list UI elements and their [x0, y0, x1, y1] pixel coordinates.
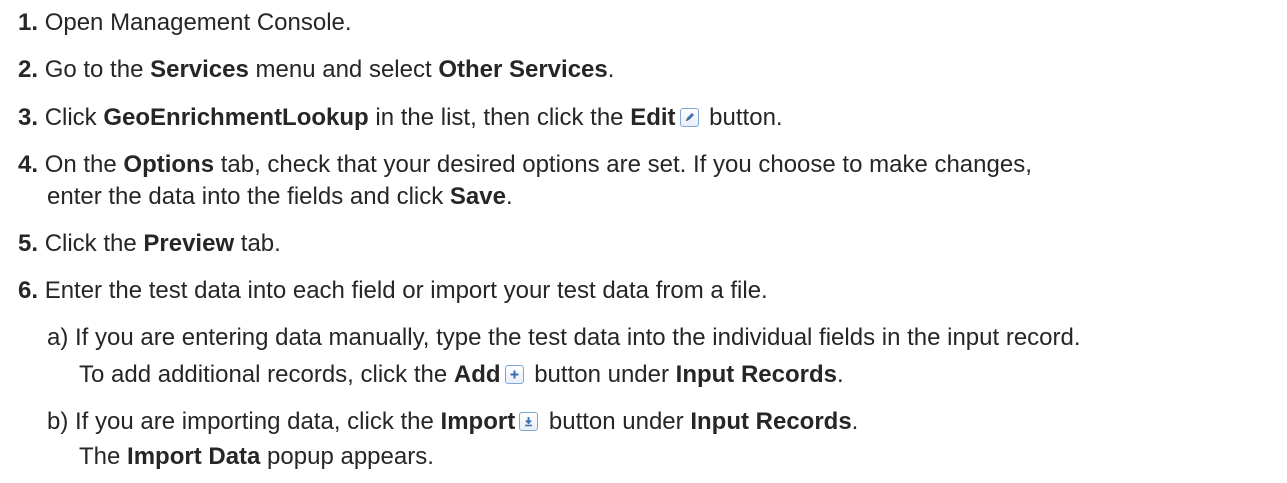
step-text: . — [505, 183, 513, 210]
substep-text: The — [79, 443, 128, 470]
import-download-icon — [519, 412, 539, 431]
substep-label: a) — [47, 324, 69, 351]
substep-b-continuation: The Import Data popup appears. — [79, 443, 434, 471]
step-text: Click — [44, 104, 104, 131]
step-text: tab. — [234, 230, 281, 257]
substep-a: a) If you are entering data manually, ty… — [47, 324, 1081, 352]
substep-text: To add additional records, click the — [79, 361, 454, 388]
step-5: 5. Click the Preview tab. — [18, 230, 281, 258]
step-number: 6. — [18, 277, 39, 304]
step-text: On the — [44, 151, 124, 178]
substep-text: button under — [542, 408, 691, 435]
step-4-continuation: enter the data into the fields and click… — [47, 183, 513, 211]
substep-label: b) — [47, 408, 69, 435]
step-text: menu and select — [248, 56, 439, 83]
step-1: 1. Open Management Console. — [18, 9, 352, 37]
options-tab-ref: Options — [123, 151, 215, 178]
substep-a-continuation: To add additional records, click the Add… — [79, 361, 844, 389]
step-number: 4. — [18, 151, 39, 178]
step-text: Go to the — [44, 56, 151, 83]
other-services-ref: Other Services — [438, 56, 608, 83]
step-text: Click the — [44, 230, 144, 257]
preview-tab-ref: Preview — [143, 230, 235, 257]
step-text: Enter the test data into each field or i… — [44, 277, 768, 304]
step-number: 3. — [18, 104, 39, 131]
edit-button-ref: Edit — [630, 104, 676, 131]
services-menu-ref: Services — [150, 56, 249, 83]
step-number: 1. — [18, 9, 39, 36]
step-number: 5. — [18, 230, 39, 257]
save-button-ref: Save — [449, 183, 506, 210]
step-6: 6. Enter the test data into each field o… — [18, 277, 768, 305]
input-records-ref: Input Records — [675, 361, 837, 388]
import-button-ref: Import — [440, 408, 516, 435]
step-text: Open Management Console. — [44, 9, 352, 36]
input-records-ref: Input Records — [690, 408, 852, 435]
substep-b: b) If you are importing data, click the … — [47, 408, 858, 436]
substep-text: . — [837, 361, 844, 388]
add-button-ref: Add — [453, 361, 501, 388]
substep-text: . — [851, 408, 859, 435]
step-text: in the list, then click the — [368, 104, 631, 131]
step-text: tab, check that your desired options are… — [214, 151, 1032, 178]
step-text: enter the data into the fields and click — [47, 183, 450, 210]
step-3: 3. Click GeoEnrichmentLookup in the list… — [18, 104, 783, 132]
step-text: button. — [702, 104, 783, 131]
import-data-popup-ref: Import Data — [127, 443, 261, 470]
step-2: 2. Go to the Services menu and select Ot… — [18, 56, 614, 84]
step-text: . — [607, 56, 615, 83]
substep-text: popup appears. — [260, 443, 434, 470]
pencil-edit-icon — [679, 108, 699, 127]
plus-add-icon — [504, 365, 524, 384]
substep-text: If you are entering data manually, type … — [75, 324, 1081, 351]
step-number: 2. — [18, 56, 39, 83]
substep-text: If you are importing data, click the — [75, 408, 441, 435]
step-4: 4. On the Options tab, check that your d… — [18, 151, 1032, 179]
service-name-ref: GeoEnrichmentLookup — [103, 104, 369, 131]
substep-text: button under — [527, 361, 676, 388]
